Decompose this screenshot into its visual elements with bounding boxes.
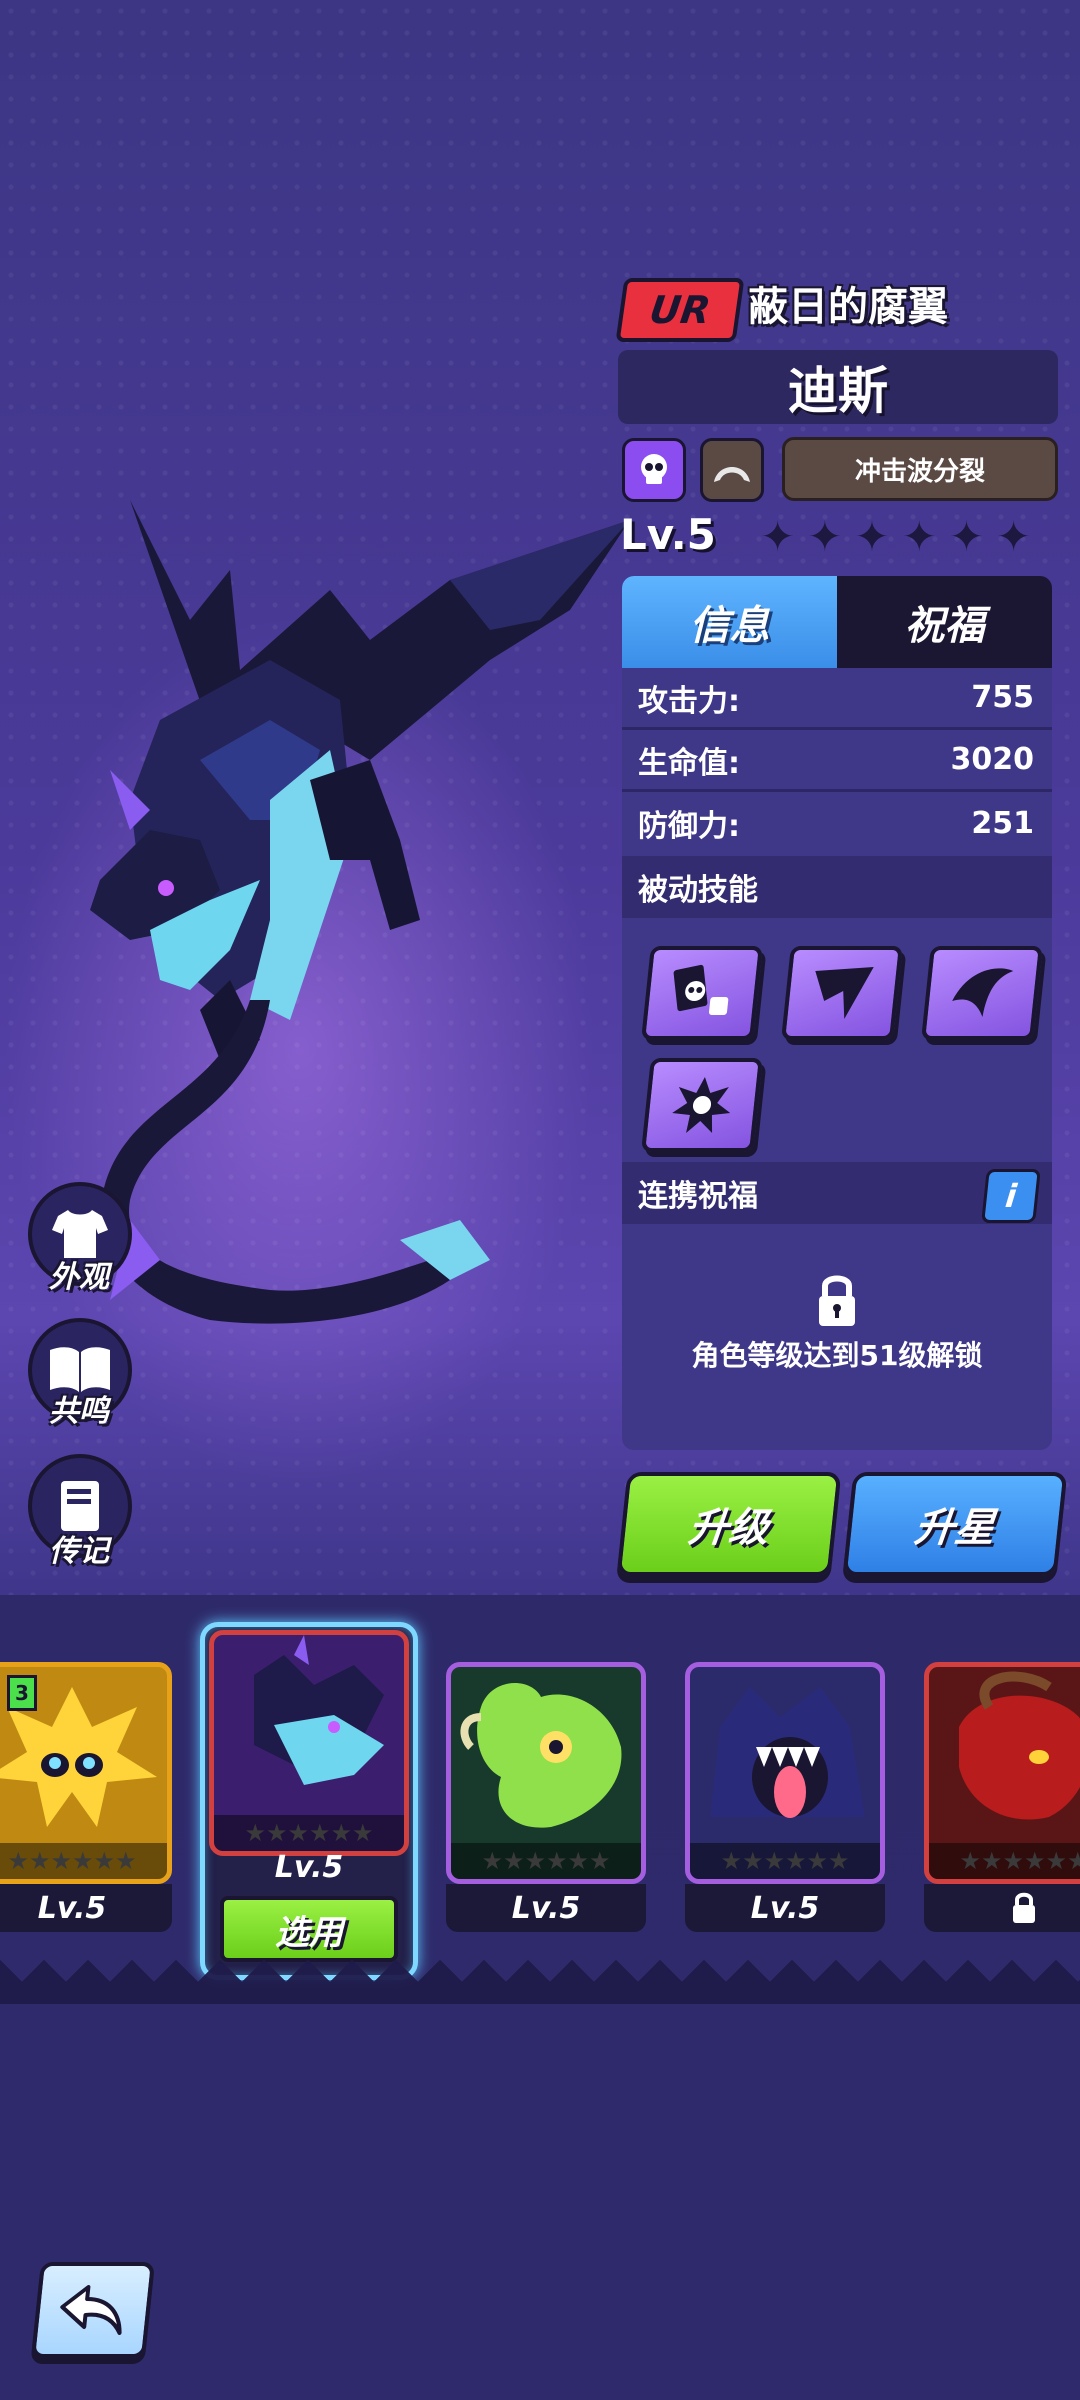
passive-skills-header: 被动技能 [622,856,1052,918]
roster-card[interactable]: ★★★★★★ [446,1662,646,1884]
red-demon-portrait [959,1671,1080,1820]
star-icon: ✦ [760,512,796,561]
tab-info[interactable]: 信息 [622,576,837,668]
star-icon: ✦ [807,512,843,561]
passive-skill-4[interactable] [641,1058,763,1152]
passive-skill-3[interactable] [921,946,1043,1040]
star-icon: ✦ [948,512,985,561]
lock-icon [819,1275,855,1326]
back-arrow-icon [60,2285,122,2335]
stat-row-attack: 攻击力: 755 [622,668,1052,730]
wolf-monster-portrait [710,1687,865,1818]
star-icon: ✦ [854,512,890,561]
card-level: Lv.5 [685,1884,885,1932]
card-level: Lv.5 [0,1884,172,1932]
stat-row-hp: 生命值: 3020 [622,730,1052,792]
card-stars: ★★★★★★ [0,1843,167,1879]
card-level: Lv.5 [446,1884,646,1932]
stat-value: 251 [971,805,1034,841]
star-up-button[interactable]: 升星 [842,1472,1068,1576]
green-dino-portrait [460,1683,622,1828]
panel-tabs: 信息 祝福 [622,576,1052,668]
hero-title: 蔽日的腐翼 [748,284,948,330]
dark-wing-skill-icon [815,967,874,1019]
roster-card[interactable]: ★★★★★★ [685,1662,885,1884]
resonance-label: 共鸣 [49,1394,109,1429]
count-badge: 3 [7,1675,37,1711]
skull-burst-skill-icon [672,1077,731,1133]
star-rating: ✦ ✦ ✦ ✦ ✦ ✦ [760,512,1031,562]
stat-value: 755 [971,680,1034,715]
skull-type-icon[interactable] [622,438,686,502]
skull-icon [641,454,667,484]
hero-artwork [90,500,630,1324]
selected-card-level: Lv.5 [274,1850,344,1885]
roster-card-locked[interactable]: ★★★★★★ [924,1662,1080,1884]
active-skill-pill[interactable]: 冲击波分裂 [782,437,1058,501]
stat-row-defense: 防御力: 251 [622,792,1052,854]
back-button[interactable] [30,2262,156,2358]
dark-dragon-portrait [254,1635,384,1785]
appearance-label: 外观 [49,1260,109,1295]
hero-level: Lv.5 [620,510,716,559]
star-icon: ✦ [996,512,1032,561]
stat-label: 防御力: [638,809,740,844]
card-stars: ★★★★★★ [214,1815,404,1851]
passive-skill-2[interactable] [781,946,903,1040]
card-skull-skill-icon [673,964,729,1015]
tab-blessing[interactable]: 祝福 [837,576,1052,668]
upgrade-button[interactable]: 升级 [616,1472,842,1576]
lock-message: 角色等级达到51级解锁 [691,1339,983,1372]
stat-label: 攻击力: [638,683,740,719]
select-button[interactable]: 选用 [220,1896,398,1962]
lock-icon [1013,1892,1035,1923]
roster-card-selected[interactable]: ★★★★★★ [209,1630,409,1856]
horn-type-icon[interactable] [700,438,764,502]
biography-label: 传记 [49,1534,109,1569]
horn-icon [714,467,750,482]
card-level-locked [924,1884,1080,1932]
card-stars: ★★★★★★ [451,1843,641,1879]
link-blessing-title: 连携祝福 [638,1179,758,1214]
hero-name: 迪斯 [618,350,1058,424]
roster-card[interactable]: 3 ★★★★★★ [0,1662,172,1884]
rarity-badge: UR [615,278,745,342]
dark-wing-skill-icon [952,968,1014,1017]
stat-value: 3020 [950,742,1035,777]
card-stars: ★★★★★★ [929,1843,1080,1879]
passive-skill-1[interactable] [641,946,763,1040]
card-stars: ★★★★★★ [690,1843,880,1879]
stat-label: 生命值: [638,745,740,781]
info-button[interactable]: i [981,1169,1041,1223]
star-icon: ✦ [901,512,937,561]
info-panel: 信息 祝福 攻击力: 755 生命值: 3020 防御力: 251 被动技能 连… [622,576,1052,1450]
roster-divider [0,1960,1080,2004]
